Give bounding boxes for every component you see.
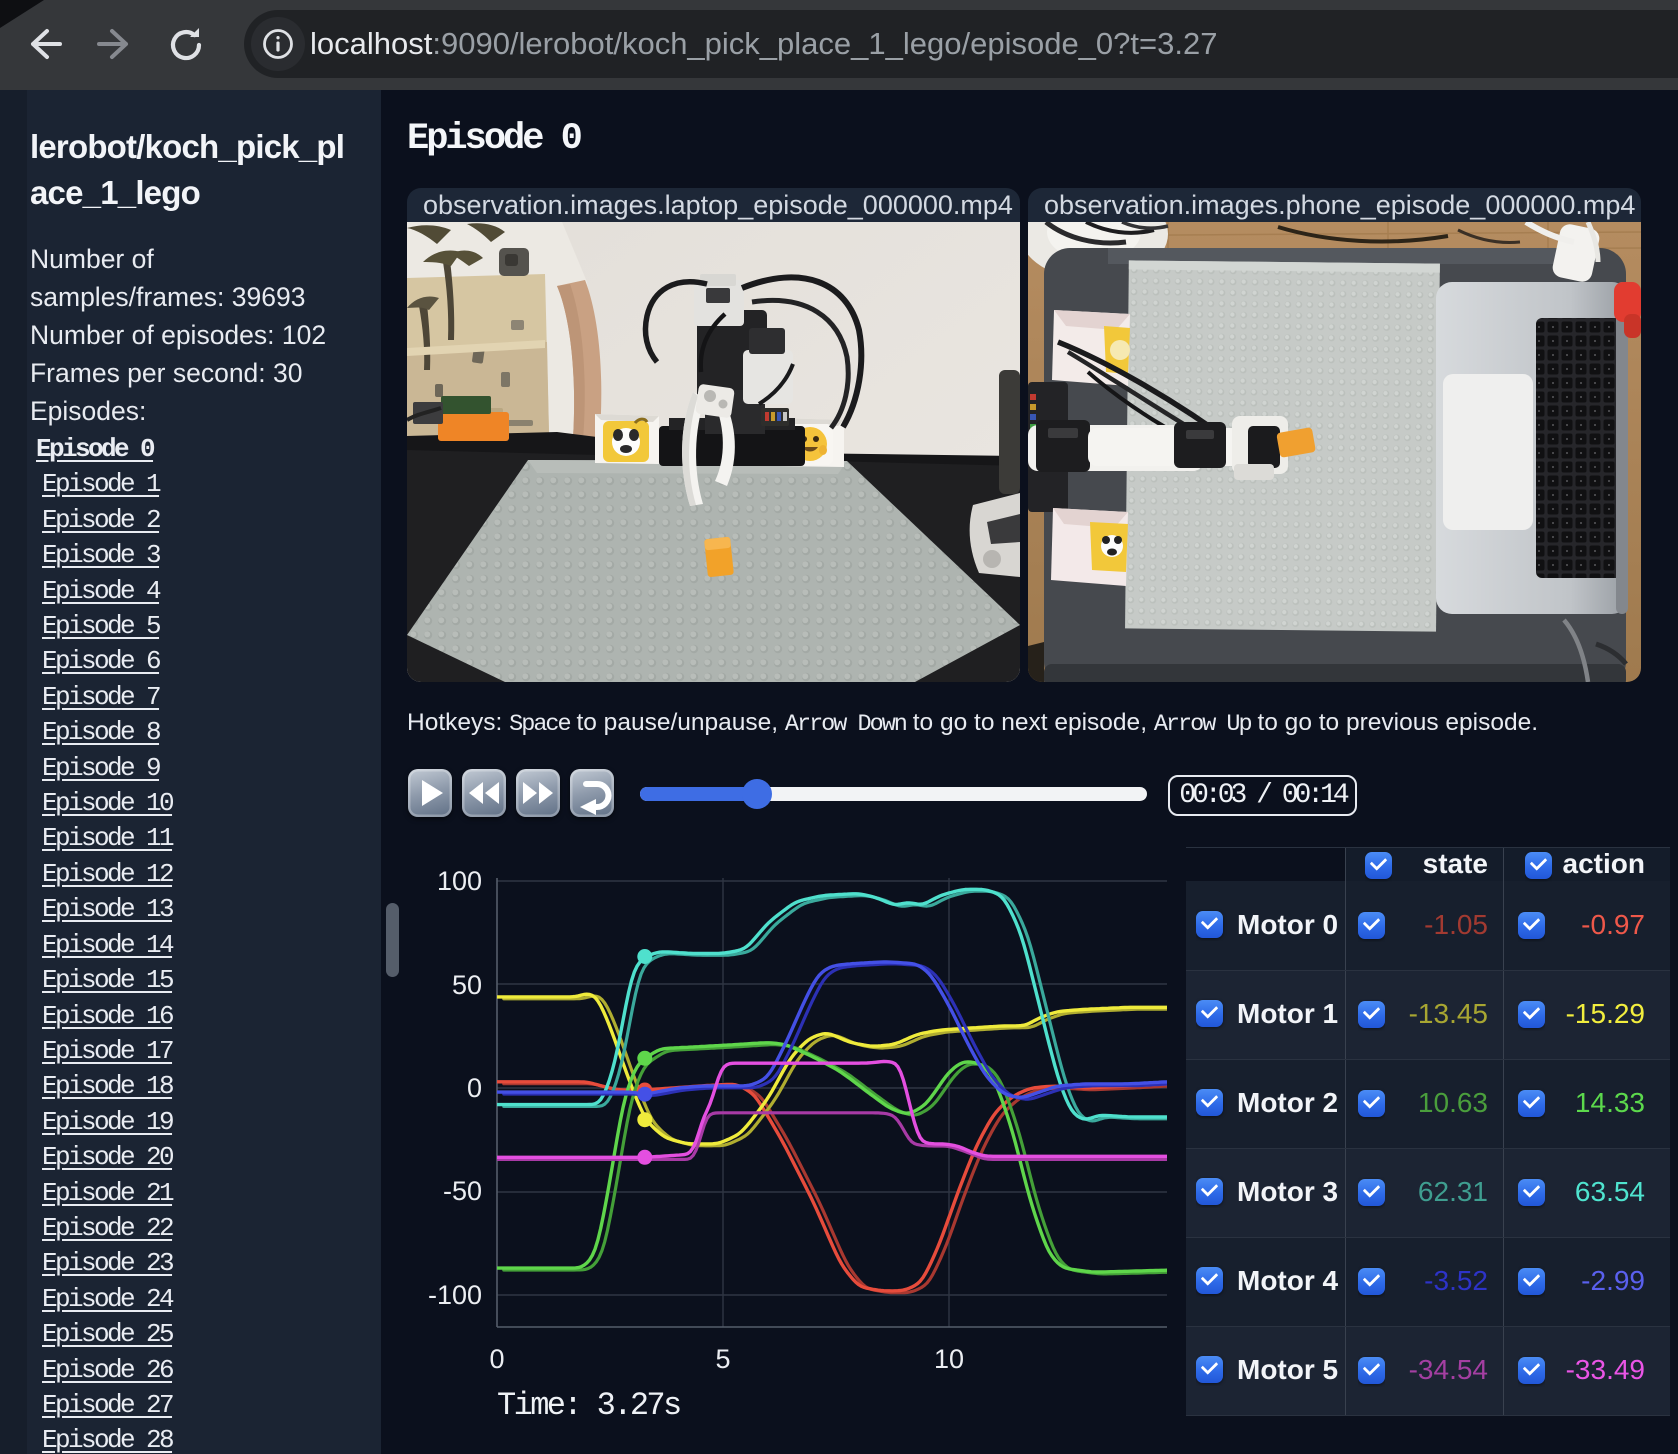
svg-text:0: 0	[489, 1344, 504, 1374]
svg-text:100: 100	[437, 866, 482, 896]
svg-text:-100: -100	[428, 1280, 482, 1310]
svg-text:-50: -50	[443, 1176, 482, 1206]
svg-text:10: 10	[934, 1344, 964, 1374]
svg-text:5: 5	[715, 1344, 730, 1374]
svg-text:50: 50	[452, 970, 482, 1000]
svg-text:0: 0	[467, 1073, 482, 1103]
